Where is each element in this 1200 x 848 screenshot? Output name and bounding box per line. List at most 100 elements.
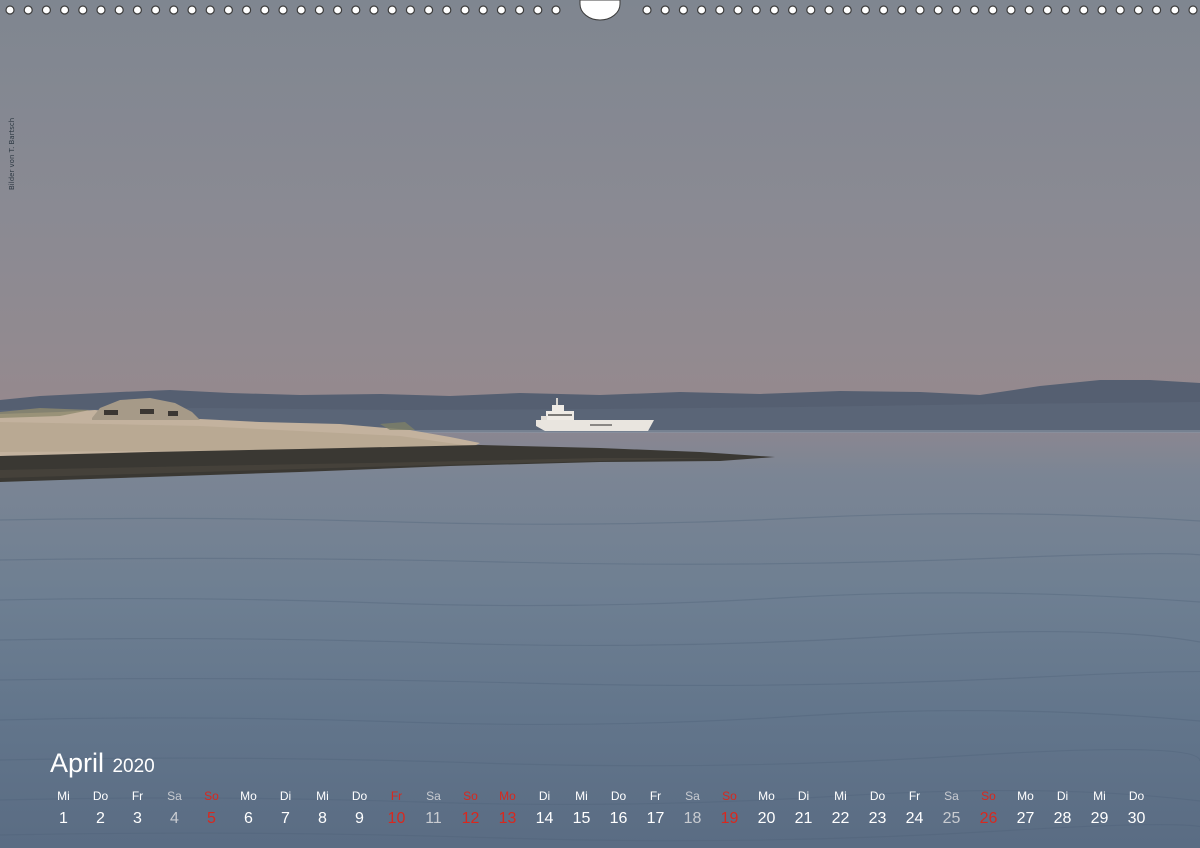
- binding-hole: [988, 5, 998, 15]
- weekday-label: Mo: [240, 789, 257, 803]
- day-number: 28: [1053, 810, 1072, 827]
- day-number: 15: [572, 810, 591, 827]
- binding-hole: [1006, 5, 1016, 15]
- day-number: 18: [683, 810, 702, 827]
- binding-hole: [460, 5, 470, 15]
- weekday-label: Di: [1056, 789, 1069, 803]
- day-cell: Do 23: [859, 788, 896, 836]
- day-cell: So 26: [970, 788, 1007, 836]
- day-number: 14: [535, 810, 554, 827]
- day-cell: Mo 20: [748, 788, 785, 836]
- binding-hole: [442, 5, 452, 15]
- day-cell: Fr 10: [378, 788, 415, 836]
- binding-hole: [787, 5, 798, 15]
- binding-hole: [242, 5, 252, 15]
- day-cell: Do 9: [341, 788, 378, 836]
- binding-hole: [1079, 5, 1089, 15]
- binding-hole: [1115, 5, 1125, 15]
- day-number: 22: [831, 810, 850, 827]
- binding-hole: [369, 5, 379, 15]
- day-number: 1: [59, 810, 68, 827]
- day-number: 2: [96, 810, 105, 827]
- day-number: 5: [207, 810, 216, 827]
- day-number: 21: [794, 810, 813, 827]
- binding-hole: [333, 5, 343, 15]
- weekday-label: So: [204, 789, 219, 803]
- binding-hole: [696, 5, 707, 15]
- day-cell: So 5: [193, 788, 230, 836]
- day-cell: Sa 4: [156, 788, 193, 836]
- weekday-label: Di: [797, 789, 810, 803]
- day-number: 20: [757, 810, 776, 827]
- binding-hole: [169, 5, 179, 15]
- day-number: 13: [498, 810, 517, 827]
- weekday-label: Mi: [316, 789, 329, 803]
- weekday-label: Sa: [685, 789, 700, 803]
- binding-hole: [59, 5, 70, 15]
- month-title: April 2020: [50, 748, 155, 779]
- day-number: 26: [979, 810, 998, 827]
- day-number: 23: [868, 810, 887, 827]
- weekday-label: Do: [869, 789, 886, 803]
- binding-hole: [715, 5, 725, 15]
- weekday-label: Do: [92, 789, 109, 803]
- binding-hole: [514, 5, 525, 15]
- weekday-label: Mo: [758, 789, 775, 803]
- binding-hole: [897, 5, 907, 15]
- day-number: 19: [720, 810, 739, 827]
- day-cell: Fr 24: [896, 788, 933, 836]
- day-number: 8: [318, 810, 327, 827]
- day-cell: Mo 13: [489, 788, 526, 836]
- binding-hole: [187, 5, 197, 15]
- binding-hole: [114, 5, 124, 15]
- binding-hole: [642, 5, 652, 15]
- binding-hole: [387, 5, 397, 15]
- day-number: 17: [646, 810, 665, 827]
- weekday-label: Mo: [1017, 789, 1034, 803]
- weekday-label: Mi: [57, 789, 70, 803]
- weekday-label: Mi: [834, 789, 847, 803]
- binding-hole: [533, 5, 543, 15]
- binding-hole: [351, 5, 361, 15]
- calendar-page: Bilder von T. Bartsch April 2020 Mi 1 Do 2 F…: [0, 0, 1200, 848]
- sea-landscape-photo: [0, 380, 1200, 842]
- day-number: 27: [1016, 810, 1035, 827]
- weekday-label: Sa: [167, 789, 182, 803]
- day-cell: So 12: [452, 788, 489, 836]
- day-number: 4: [170, 810, 179, 827]
- spiral-binding-icon: [5, 0, 1198, 21]
- binding-hole: [933, 5, 943, 15]
- binding-hole: [23, 5, 33, 15]
- weekday-label: Do: [1128, 789, 1145, 803]
- weekday-label: Sa: [426, 789, 441, 803]
- day-number: 3: [133, 810, 142, 827]
- binding-hole: [424, 5, 434, 15]
- binding-hole: [1133, 5, 1144, 15]
- day-strip: Mi 1 Do 2 Fr 3 Sa 4 So 5 Mo 6 Di 7 Mi 8 Do 9 Fr 10 Sa 11 So 12 M…: [45, 788, 1155, 836]
- binding-hole: [260, 5, 270, 15]
- binding-hole: [223, 5, 233, 15]
- weekday-label: Fr: [131, 789, 144, 803]
- day-cell: Do 30: [1118, 788, 1155, 836]
- day-number: 24: [905, 810, 924, 827]
- photographer-credit: Bilder von T. Bartsch: [8, 117, 16, 190]
- day-cell: Di 28: [1044, 788, 1081, 836]
- day-cell: Mi 1: [45, 788, 82, 836]
- weekday-label: So: [722, 789, 737, 803]
- weekday-label: So: [463, 789, 478, 803]
- binding-hole: [969, 5, 980, 15]
- day-cell: Do 2: [82, 788, 119, 836]
- binding-hole: [915, 5, 925, 15]
- weekday-label: Di: [538, 789, 551, 803]
- day-cell: Do 16: [600, 788, 637, 836]
- binding-hole: [551, 5, 561, 15]
- day-cell: Di 14: [526, 788, 563, 836]
- binding-hole: [496, 5, 506, 15]
- day-number: 30: [1127, 810, 1146, 827]
- binding-hole: [1188, 5, 1198, 15]
- day-cell: Mi 22: [822, 788, 859, 836]
- binding-hole: [41, 5, 52, 15]
- binding-hole: [878, 5, 889, 15]
- binding-hole: [1060, 5, 1071, 15]
- day-cell: Di 21: [785, 788, 822, 836]
